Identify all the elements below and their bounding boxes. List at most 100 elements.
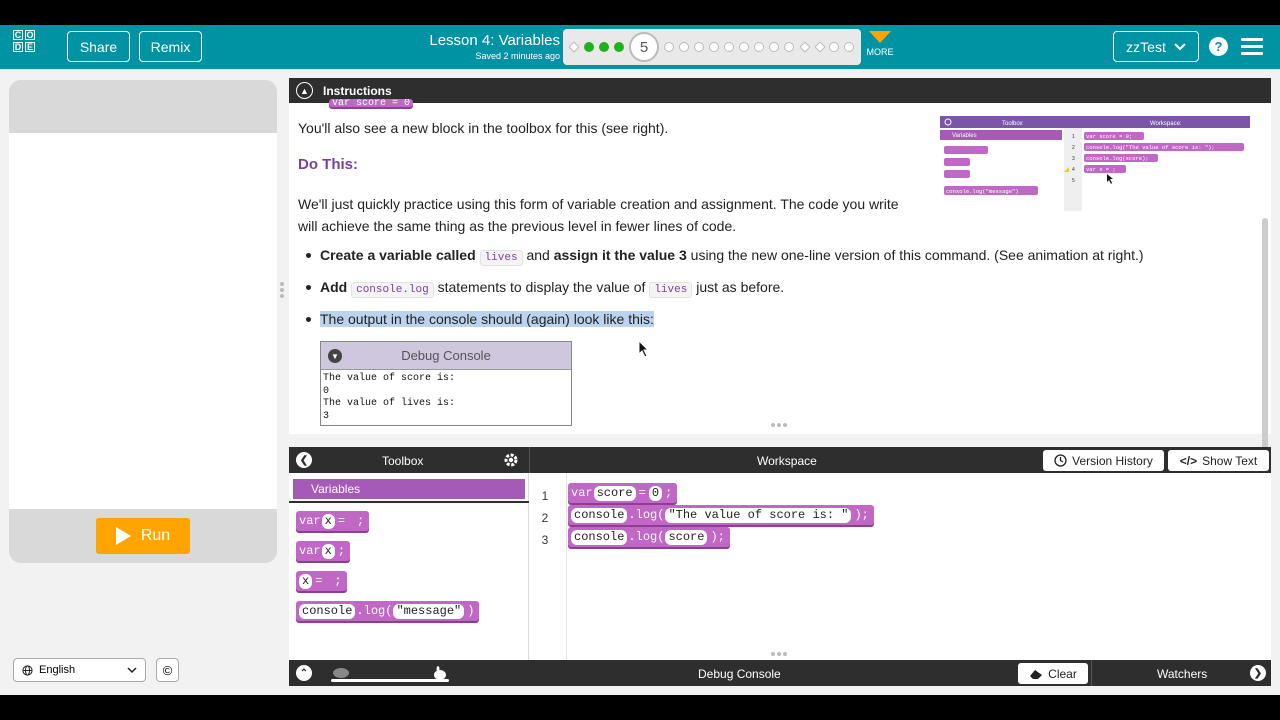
logo-letter	[37, 30, 47, 40]
thumb-code-line: var x = ;	[1086, 166, 1116, 173]
eraser-icon	[1030, 669, 1043, 679]
thumb-log-block: console.log("message")	[946, 188, 1019, 195]
instructions-scrollbar[interactable]	[1262, 218, 1268, 454]
level-progress: 5	[563, 29, 861, 65]
rabbit-icon	[434, 666, 446, 680]
clock-icon	[1054, 454, 1067, 467]
saved-status: Saved 2 minutes ago	[475, 51, 560, 61]
code-line-3[interactable]: console .log( score );	[568, 527, 730, 547]
level-dot[interactable]	[599, 42, 609, 52]
visualization-top	[9, 80, 277, 133]
instructions-bar: ▲ Instructions	[289, 78, 1271, 103]
svg-text:5: 5	[1072, 178, 1075, 184]
gear-icon[interactable]	[502, 451, 520, 469]
show-text-label: Show Text	[1202, 453, 1258, 468]
toolbox-panel: Variables var x = ; var x ; x = ; consol…	[289, 473, 529, 672]
block-console-log[interactable]: console .log( "message" )	[296, 601, 480, 621]
level-dot[interactable]	[739, 42, 749, 52]
hamburger-menu-icon[interactable]	[1241, 38, 1263, 56]
expand-watchers-icon[interactable]: ❯	[1250, 665, 1266, 681]
code-icon: </>	[1179, 453, 1198, 468]
level-dot[interactable]	[694, 42, 704, 52]
run-label: Run	[140, 527, 171, 544]
mouse-cursor-icon	[638, 340, 650, 358]
bold-text: Create a variable called	[320, 247, 476, 263]
line-gutter: 1 2 3	[530, 473, 567, 672]
collapse-toolbox-icon[interactable]: ❮	[296, 452, 312, 468]
step-text: statements to display the value of	[437, 279, 646, 295]
level-dot[interactable]	[724, 42, 734, 52]
code-org-logo[interactable]: C O D E	[12, 29, 48, 65]
level-dot[interactable]	[614, 42, 624, 52]
inline-code: console.log	[351, 282, 434, 298]
version-history-button[interactable]: Version History	[1043, 450, 1164, 471]
block-var-declare[interactable]: var x ;	[296, 541, 351, 561]
svg-text:3: 3	[1072, 156, 1075, 162]
debug-example-header: ▼ Debug Console	[321, 342, 571, 370]
logo-letter: O	[25, 30, 35, 40]
inline-code: lives	[649, 282, 693, 298]
level-dot[interactable]	[844, 42, 854, 52]
clear-label: Clear	[1048, 666, 1077, 681]
level-dot[interactable]	[829, 42, 839, 52]
clear-button[interactable]: Clear	[1018, 663, 1088, 684]
logo-letter: E	[25, 42, 35, 52]
show-text-button[interactable]: </> Show Text	[1168, 450, 1269, 471]
output-line: 3	[323, 410, 330, 422]
animation-thumbnail: Toolbox Workspace: Variables console.log…	[940, 116, 1250, 211]
level-dot[interactable]	[709, 42, 719, 52]
globe-icon	[22, 664, 33, 676]
collapse-icon[interactable]: ▲	[296, 82, 313, 99]
chevron-down-icon	[127, 667, 137, 674]
level-dot[interactable]	[769, 42, 779, 52]
workspace-area[interactable]: var score = 0 ; console .log( "The value…	[568, 473, 1271, 672]
level-dot[interactable]	[814, 41, 826, 53]
logo-letter: C	[13, 30, 23, 40]
block-assign[interactable]: x = ;	[296, 571, 347, 591]
more-levels-button[interactable]: MORE	[866, 31, 894, 57]
version-history-label: Version History	[1072, 453, 1153, 468]
language-select[interactable]: English	[13, 658, 146, 682]
debug-console-example: ▼ Debug Console The value of score is: 0…	[320, 341, 572, 426]
code-editor: ❮ Toolbox Workspace Version History </> …	[289, 447, 1271, 672]
code-line-2[interactable]: console .log( "The value of score is: " …	[568, 505, 874, 525]
level-dot[interactable]	[799, 41, 811, 53]
watchers-title: Watchers	[1157, 667, 1208, 681]
thumb-code-line: var score = 0;	[1086, 133, 1132, 140]
debug-console-title: Debug Console	[698, 667, 781, 681]
user-name: zzTest	[1126, 38, 1166, 55]
svg-text:1: 1	[1072, 134, 1075, 140]
level-dot[interactable]	[664, 42, 674, 52]
help-icon[interactable]: ?	[1209, 37, 1228, 56]
line-number: 2	[541, 511, 549, 525]
level-dot[interactable]	[679, 42, 689, 52]
expand-console-icon[interactable]: ⌃	[296, 665, 312, 681]
run-button[interactable]: Run	[96, 518, 190, 554]
block-var-declare-assign[interactable]: var x = ;	[296, 511, 370, 531]
app-screen[interactable]	[9, 133, 277, 509]
step-text: using the new one-line version of this c…	[690, 247, 1144, 263]
speed-slider[interactable]	[331, 666, 451, 682]
level-dot[interactable]	[584, 42, 594, 52]
user-menu[interactable]: zzTest	[1113, 31, 1199, 62]
thumb-toolbox-label: Toolbox	[1002, 121, 1023, 127]
copyright-button[interactable]: ©	[156, 658, 179, 682]
level-dot[interactable]	[754, 42, 764, 52]
level-dot[interactable]	[784, 42, 794, 52]
level-dot[interactable]	[568, 41, 580, 53]
resize-handle[interactable]	[771, 652, 789, 656]
chevron-down-icon	[1174, 42, 1186, 50]
code-line-1[interactable]: var score = 0 ;	[568, 483, 678, 503]
list-item: The output in the console should (again)…	[303, 308, 1203, 340]
share-button[interactable]: Share	[67, 31, 130, 62]
highlighted-text: The output in the console should (again)…	[320, 311, 654, 327]
resize-handle[interactable]	[280, 282, 284, 300]
bold-text: assign it the value 3	[553, 247, 687, 263]
instructions-title: Instructions	[323, 83, 392, 98]
inline-code: lives	[479, 250, 523, 266]
resize-handle[interactable]	[771, 423, 789, 427]
category-variables[interactable]: Variables	[293, 479, 525, 499]
current-level[interactable]: 5	[629, 32, 659, 62]
play-icon	[115, 527, 131, 545]
remix-button[interactable]: Remix	[139, 31, 202, 62]
